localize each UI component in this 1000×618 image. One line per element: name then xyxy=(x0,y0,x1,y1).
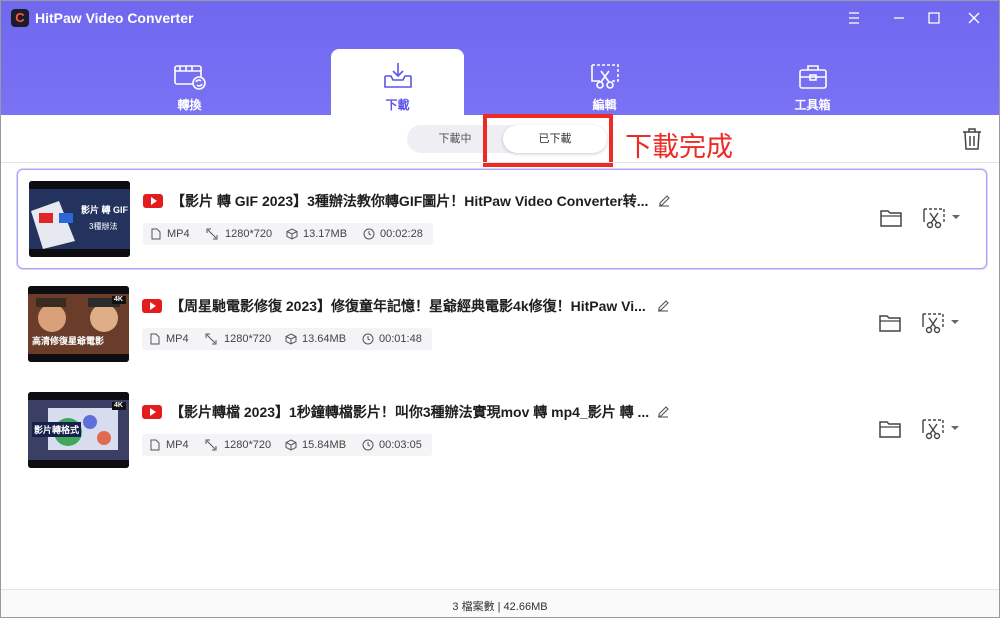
scissors-edit-icon[interactable] xyxy=(921,417,945,441)
thumb-subcaption: 3種辦法 xyxy=(89,222,118,231)
thumb-caption: 高清修復星爺電影 xyxy=(32,336,105,346)
menu-icon[interactable] xyxy=(842,7,866,29)
app-logo: C xyxy=(11,9,29,27)
video-title: 【影片 轉 GIF 2023】3種辦法教你轉GIF圖片！HitPaw Video… xyxy=(171,193,649,209)
header: C HitPaw Video Converter 轉換 下載 編輯 工具箱 xyxy=(1,1,999,115)
video-meta: MP4 1280*720 13.17MB 00:02:28 xyxy=(143,223,433,245)
size-box-icon xyxy=(286,228,298,240)
youtube-icon xyxy=(143,194,163,208)
size-box-icon xyxy=(285,333,297,345)
resolution-icon xyxy=(205,439,217,451)
app-title: HitPaw Video Converter xyxy=(35,10,194,26)
youtube-icon xyxy=(142,299,162,313)
video-format: MP4 xyxy=(166,333,189,345)
maximize-icon[interactable] xyxy=(922,7,946,29)
chevron-down-icon[interactable] xyxy=(951,212,961,222)
trash-icon[interactable] xyxy=(961,127,983,151)
video-title: 【周星馳電影修復 2023】修復童年記憶！星爺經典電影4k修復！HitPaw V… xyxy=(170,298,646,314)
video-title: 【影片轉檔 2023】1秒鐘轉檔影片！叫你3種辦法實現mov 轉 mp4_影片 … xyxy=(170,404,650,420)
status-bar: 3 檔案數 | 42.66MB xyxy=(1,589,999,617)
thumb-caption: 影片 轉 GIF xyxy=(81,205,128,215)
video-thumbnail[interactable]: 4K 高清修復星爺電影 xyxy=(28,286,129,362)
folder-icon[interactable] xyxy=(880,208,902,228)
video-thumbnail[interactable]: 影片 轉 GIF 3種辦法 xyxy=(29,181,130,257)
video-format: MP4 xyxy=(166,439,189,451)
video-resolution: 1280*720 xyxy=(224,439,272,451)
tab-edit-label: 編輯 xyxy=(592,98,617,112)
youtube-icon xyxy=(142,405,162,419)
annotation-highlight-box xyxy=(483,114,613,167)
size-box-icon xyxy=(285,439,297,451)
scissors-edit-icon xyxy=(590,64,619,89)
thumb-badge: 4K xyxy=(114,402,123,409)
scissors-edit-icon[interactable] xyxy=(921,311,945,335)
pencil-edit-icon[interactable] xyxy=(656,404,670,418)
video-thumbnail[interactable]: 4K 影片轉格式 xyxy=(28,392,129,468)
pencil-edit-icon[interactable] xyxy=(657,193,671,207)
tab-download[interactable]: 下載 xyxy=(331,49,464,115)
toolbox-icon xyxy=(798,65,827,89)
list-item[interactable]: 4K 高清修復星爺電影 【周星馳電影修復 2023】修復童年記憶！星爺經典電影4… xyxy=(17,275,987,375)
thumb-badge: 4K xyxy=(114,296,123,303)
title-bar: C HitPaw Video Converter xyxy=(1,1,999,35)
video-duration: 00:02:28 xyxy=(380,228,423,240)
thumb-caption: 影片轉格式 xyxy=(32,422,82,437)
tab-convert[interactable]: 轉換 xyxy=(123,49,256,115)
tab-edit[interactable]: 編輯 xyxy=(538,49,671,115)
video-resolution: 1280*720 xyxy=(225,228,273,240)
clock-icon xyxy=(362,439,374,451)
tab-toolbox[interactable]: 工具箱 xyxy=(746,49,879,115)
pencil-edit-icon[interactable] xyxy=(656,298,670,312)
annotation-text: 下載完成 xyxy=(625,132,733,163)
file-summary: 3 檔案數 | 42.66MB xyxy=(452,601,548,613)
tab-toolbox-label: 工具箱 xyxy=(794,98,831,112)
tab-convert-label: 轉換 xyxy=(177,98,202,112)
download-tray-icon xyxy=(383,63,412,88)
resolution-icon xyxy=(206,228,218,240)
video-meta: MP4 1280*720 15.84MB 00:03:05 xyxy=(142,434,432,456)
resolution-icon xyxy=(205,333,217,345)
video-duration: 00:01:48 xyxy=(379,333,422,345)
divider xyxy=(1,162,999,163)
list-item[interactable]: 影片 轉 GIF 3種辦法 【影片 轉 GIF 2023】3種辦法教你轉GIF圖… xyxy=(17,169,987,269)
video-size: 13.64MB xyxy=(302,333,347,345)
file-icon xyxy=(150,439,160,451)
close-icon[interactable] xyxy=(962,7,986,29)
chevron-down-icon[interactable] xyxy=(950,423,960,433)
scissors-edit-icon[interactable] xyxy=(922,206,946,230)
video-size: 13.17MB xyxy=(303,228,348,240)
video-resolution: 1280*720 xyxy=(224,333,272,345)
file-icon xyxy=(150,333,160,345)
video-duration: 00:03:05 xyxy=(379,439,422,451)
chevron-down-icon[interactable] xyxy=(950,317,960,327)
tab-download-label: 下載 xyxy=(385,98,410,112)
folder-icon[interactable] xyxy=(879,419,901,439)
app-window: C HitPaw Video Converter 轉換 下載 編輯 工具箱 下載… xyxy=(0,0,1000,618)
video-size: 15.84MB xyxy=(302,439,347,451)
video-format: MP4 xyxy=(167,228,190,240)
clock-icon xyxy=(362,333,374,345)
folder-icon[interactable] xyxy=(879,313,901,333)
film-convert-icon xyxy=(173,65,206,90)
clock-icon xyxy=(363,228,375,240)
minimize-icon[interactable] xyxy=(887,7,911,29)
video-meta: MP4 1280*720 13.64MB 00:01:48 xyxy=(142,328,432,350)
file-icon xyxy=(151,228,161,240)
list-item[interactable]: 4K 影片轉格式 【影片轉檔 2023】1秒鐘轉檔影片！叫你3種辦法實現mov … xyxy=(17,381,987,481)
